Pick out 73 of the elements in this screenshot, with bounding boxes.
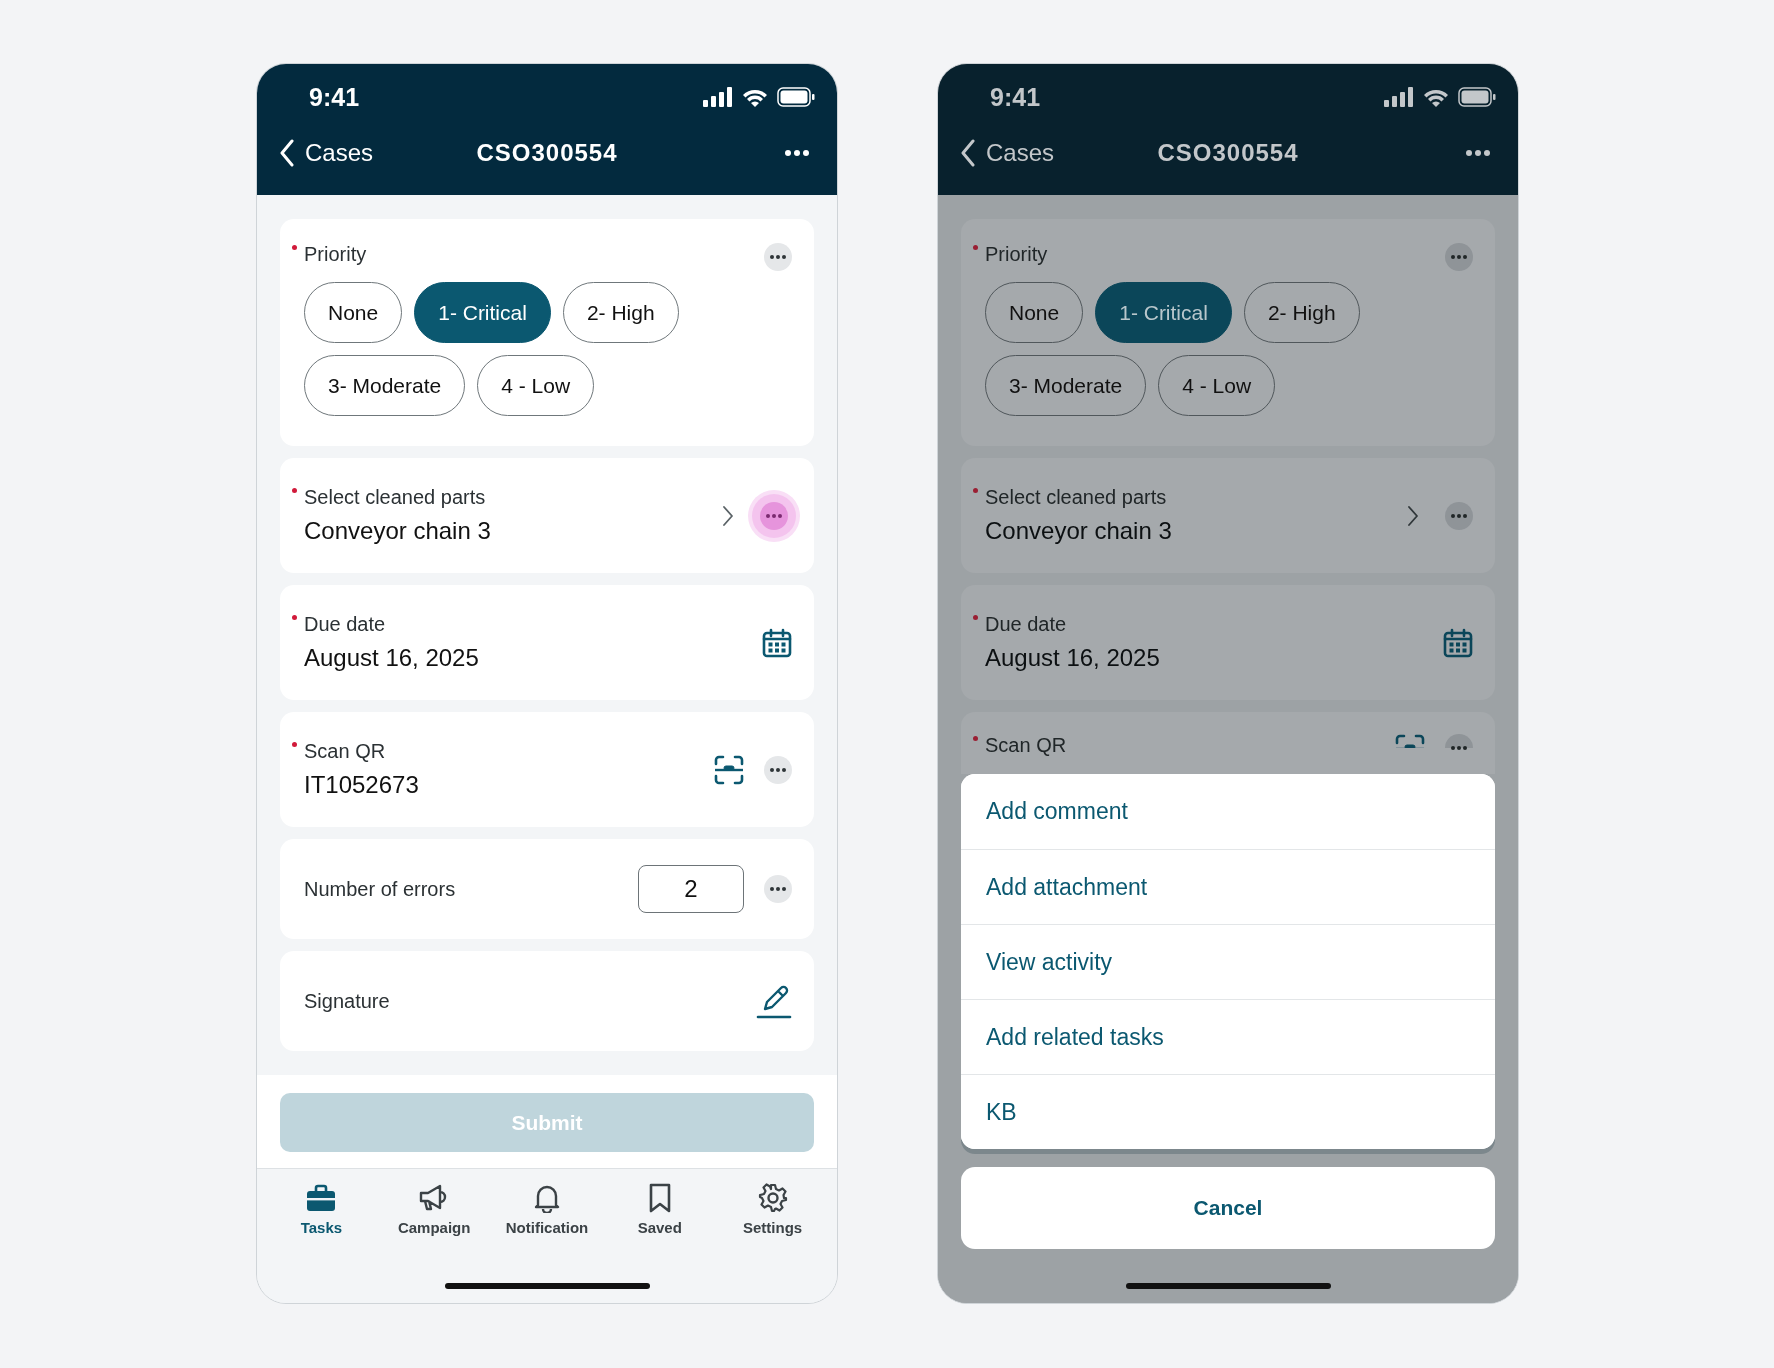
more-icon[interactable] xyxy=(785,149,809,156)
priority-chip[interactable]: 4 - Low xyxy=(477,355,595,416)
field-label: Scan QR xyxy=(304,740,386,763)
priority-chip[interactable]: 3- Moderate xyxy=(304,355,466,416)
calendar-icon[interactable] xyxy=(1443,627,1473,658)
field-value: IT1052673 xyxy=(304,771,420,799)
bookmark-icon xyxy=(647,1183,672,1213)
settings-icon xyxy=(757,1183,788,1213)
priority-chip[interactable]: 4 - Low xyxy=(1158,355,1276,416)
scan-icon[interactable] xyxy=(714,754,744,785)
more-icon xyxy=(766,513,782,518)
tab-item[interactable]: Saved xyxy=(604,1183,715,1236)
priority-chip[interactable]: 3- Moderate xyxy=(985,355,1147,416)
more-icon xyxy=(1451,746,1467,750)
cancel-button[interactable]: Cancel xyxy=(961,1167,1495,1249)
briefcase-icon xyxy=(306,1183,337,1213)
priority-chip[interactable]: None xyxy=(304,282,403,343)
number-field[interactable]: 2 xyxy=(638,865,744,913)
menu-item[interactable]: KB xyxy=(961,1074,1495,1149)
more-button[interactable] xyxy=(764,243,792,271)
more-button[interactable] xyxy=(1445,501,1473,530)
page-title: CSO300554 xyxy=(476,138,618,167)
status-time: 9:41 xyxy=(990,82,1041,112)
more-icon xyxy=(770,255,786,259)
priority-chip[interactable]: 1- Critical xyxy=(414,282,551,343)
battery-icon xyxy=(1458,87,1496,107)
field-label: Due date xyxy=(985,613,1067,636)
wifi-icon xyxy=(1423,87,1449,107)
bell-icon xyxy=(532,1183,562,1213)
chevron-right-icon[interactable] xyxy=(1407,504,1419,527)
field-label: Signature xyxy=(304,989,390,1013)
field-label: Priority xyxy=(304,243,367,266)
more-button[interactable] xyxy=(764,755,792,784)
more-icon xyxy=(1451,255,1467,259)
field-label: Select cleaned parts xyxy=(304,486,486,509)
back-button[interactable]: Cases xyxy=(960,138,1055,167)
page-title: CSO300554 xyxy=(1157,138,1299,167)
priority-chip[interactable]: 2- High xyxy=(562,282,679,343)
pencil-icon[interactable] xyxy=(756,983,792,1019)
signal-icon xyxy=(703,87,733,107)
field-label: Select cleaned parts xyxy=(985,486,1167,509)
chevron-left-icon xyxy=(960,138,976,167)
field-label: Scan QR xyxy=(985,734,1067,757)
more-button[interactable] xyxy=(764,875,792,903)
more-button[interactable] xyxy=(1445,243,1473,271)
priority-chip[interactable]: None xyxy=(985,282,1084,343)
battery-icon xyxy=(777,87,815,107)
calendar-icon[interactable] xyxy=(762,627,792,658)
more-icon xyxy=(770,767,786,772)
chevron-right-icon[interactable] xyxy=(722,504,734,527)
field-label: Due date xyxy=(304,613,386,636)
tab-item[interactable]: Settings xyxy=(717,1183,828,1236)
tab-item[interactable]: Campaign xyxy=(379,1183,490,1236)
priority-chip[interactable]: 1- Critical xyxy=(1095,282,1232,343)
more-icon xyxy=(770,887,786,891)
more-icon[interactable] xyxy=(1466,149,1490,156)
chevron-left-icon xyxy=(279,138,295,167)
more-icon xyxy=(1451,513,1467,518)
field-value: August 16, 2025 xyxy=(985,644,1161,672)
tab-item[interactable]: Notification xyxy=(492,1183,602,1236)
scan-icon[interactable] xyxy=(1395,734,1425,748)
field-label: Priority xyxy=(985,243,1048,266)
more-button[interactable] xyxy=(1445,734,1473,748)
field-value: Conveyor chain 3 xyxy=(304,517,492,545)
tab-item[interactable]: Tasks xyxy=(266,1183,377,1236)
status-time: 9:41 xyxy=(309,82,360,112)
back-button[interactable]: Cases xyxy=(279,138,374,167)
field-label: Number of errors xyxy=(304,877,456,901)
wifi-icon xyxy=(742,87,768,107)
field-value: Conveyor chain 3 xyxy=(985,517,1173,545)
priority-chip[interactable]: 2- High xyxy=(1243,282,1360,343)
field-value: August 16, 2025 xyxy=(304,644,480,672)
signal-icon xyxy=(1384,87,1414,107)
